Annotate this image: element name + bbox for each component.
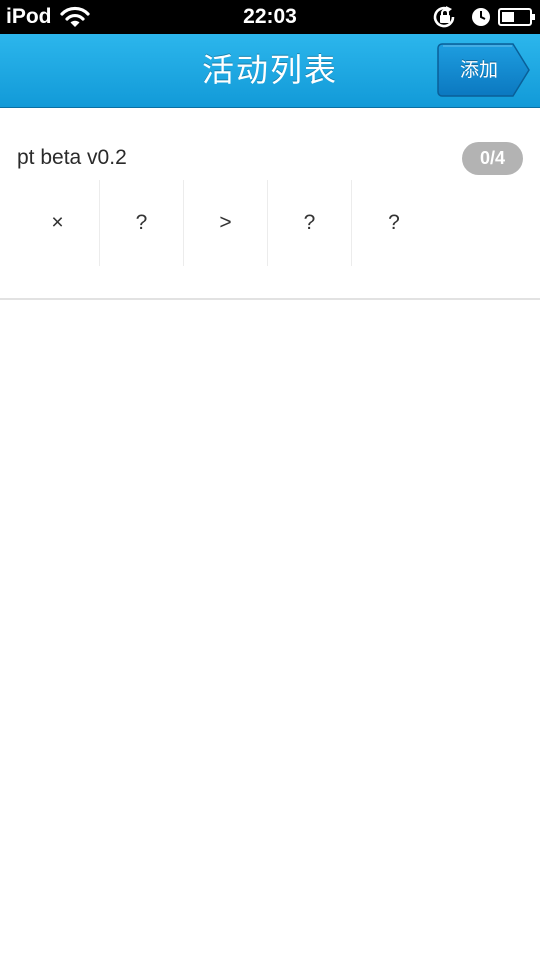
status-cell[interactable]: ? <box>268 180 352 266</box>
count-badge: 0/4 <box>462 142 523 175</box>
battery-icon <box>498 8 536 26</box>
add-button-label: 添加 <box>459 59 498 81</box>
activity-title: pt beta v0.2 <box>17 146 127 169</box>
status-bar: iPod 22:03 <box>0 0 540 34</box>
activity-list: pt beta v0.2 0/4 × ? > ? ? <box>0 108 540 300</box>
status-cell[interactable]: ? <box>100 180 184 266</box>
status-cell[interactable]: > <box>184 180 268 266</box>
status-cell[interactable]: ? <box>352 180 436 266</box>
add-button[interactable]: 添加 <box>437 43 531 97</box>
activity-list-item[interactable]: pt beta v0.2 0/4 × ? > ? ? <box>0 108 540 300</box>
rotation-lock-icon <box>431 4 459 30</box>
alarm-clock-icon <box>470 6 492 28</box>
navigation-bar: 活动列表 添加 <box>0 34 540 108</box>
status-cell[interactable]: × <box>16 180 100 266</box>
status-cells: × ? > ? ? <box>16 180 436 266</box>
status-time: 22:03 <box>243 5 297 28</box>
